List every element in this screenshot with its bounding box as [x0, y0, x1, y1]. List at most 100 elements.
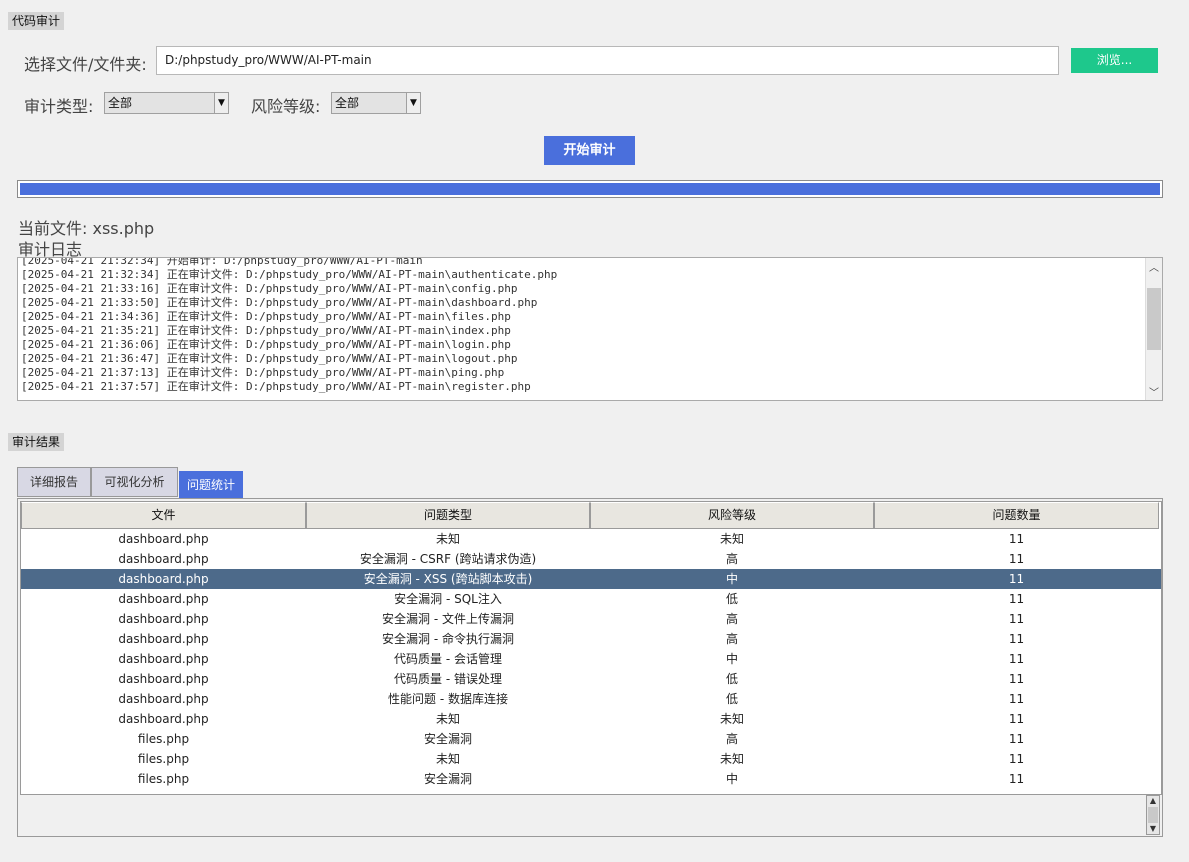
table-row[interactable]: dashboard.php 代码质量 - 错误处理 低 11: [21, 669, 1161, 689]
table-cell: 低: [725, 592, 738, 606]
table-cell: 代码质量 - 会话管理: [394, 652, 502, 666]
table-row[interactable]: dashboard.php 未知 未知 11: [21, 529, 1161, 549]
table-cell: 高: [725, 632, 738, 646]
table-cell: 11: [1008, 632, 1025, 646]
scroll-up-icon[interactable]: ▲: [1147, 796, 1159, 806]
table-row[interactable]: dashboard.php 安全漏洞 - SQL注入 低 11: [21, 589, 1161, 609]
log-line: [2025-04-21 21:35:21] 正在审计文件: D:/phpstud…: [21, 324, 511, 337]
scroll-thumb[interactable]: [1148, 807, 1158, 823]
table-cell: 中: [725, 572, 738, 586]
tab-detailed-report[interactable]: 详细报告: [17, 467, 91, 497]
table-cell: 11: [1008, 592, 1025, 606]
table-row[interactable]: dashboard.php 安全漏洞 - 命令执行漏洞 高 11: [21, 629, 1161, 649]
table-row[interactable]: dashboard.php 安全漏洞 - CSRF (跨站请求伪造) 高 11: [21, 549, 1161, 569]
table-cell: 11: [1008, 572, 1025, 586]
risk-level-value: 全部: [335, 96, 360, 110]
audit-type-label: 审计类型:: [24, 97, 94, 116]
table-row[interactable]: files.php 安全漏洞 高 11: [21, 729, 1161, 749]
table-cell: dashboard.php: [118, 712, 209, 726]
tab-visual-analysis[interactable]: 可视化分析: [91, 467, 178, 497]
table-cell: dashboard.php: [118, 592, 209, 606]
table-cell: 11: [1008, 652, 1025, 666]
audit-results-section-label: 审计结果: [8, 433, 65, 451]
table-cell: 11: [1008, 772, 1025, 786]
table-cell: dashboard.php: [118, 552, 209, 566]
scroll-thumb[interactable]: [1147, 288, 1161, 350]
log-line: [2025-04-21 21:34:36] 正在审计文件: D:/phpstud…: [21, 310, 511, 323]
table-row[interactable]: dashboard.php 性能问题 - 数据库连接 低 11: [21, 689, 1161, 709]
statistics-table: 文件 问题类型 风险等级 问题数量 dashboard.php 未知 未知 11 das…: [20, 501, 1162, 795]
table-header: 文件 问题类型 风险等级 问题数量: [21, 502, 1161, 529]
log-line: [2025-04-21 21:37:57] 正在审计文件: D:/phpstud…: [21, 380, 531, 393]
path-input[interactable]: D:/phpstudy_pro/WWW/AI-PT-main: [156, 46, 1059, 75]
table-cell: 11: [1008, 672, 1025, 686]
column-header-file[interactable]: 文件: [21, 502, 306, 529]
table-cell: 未知: [435, 712, 460, 726]
tab-issue-statistics[interactable]: 问题统计: [179, 471, 243, 499]
code-audit-section-label: 代码审计: [8, 12, 65, 30]
table-cell: 11: [1008, 612, 1025, 626]
table-cell: 安全漏洞: [423, 772, 472, 786]
table-body: dashboard.php 未知 未知 11 dashboard.php 安全漏洞 - C…: [21, 529, 1161, 789]
table-row[interactable]: dashboard.php 安全漏洞 - XSS (跨站脚本攻击) 中 11: [21, 569, 1161, 589]
column-header-issue-count[interactable]: 问题数量: [874, 502, 1159, 529]
table-cell: dashboard.php: [118, 672, 209, 686]
table-cell: 未知: [435, 532, 460, 546]
table-row[interactable]: files.php 未知 未知 11: [21, 749, 1161, 769]
table-cell: 安全漏洞 - 命令执行漏洞: [382, 632, 514, 646]
risk-level-label: 风险等级:: [251, 97, 321, 116]
table-row[interactable]: files.php 安全漏洞 中 11: [21, 769, 1161, 789]
scroll-down-icon[interactable]: ﹀: [1146, 384, 1162, 399]
scroll-down-icon[interactable]: ▼: [1147, 824, 1159, 834]
log-line: [2025-04-21 21:33:16] 正在审计文件: D:/phpstud…: [21, 282, 518, 295]
column-header-risk-level[interactable]: 风险等级: [590, 502, 874, 529]
table-cell: dashboard.php: [118, 632, 209, 646]
audit-log-textarea[interactable]: [2025-04-21 21:32:34] 开始审计: D:/phpstudy_…: [17, 257, 1163, 401]
table-cell: 高: [725, 732, 738, 746]
table-cell: dashboard.php: [118, 572, 209, 586]
table-cell: 11: [1008, 552, 1025, 566]
table-cell: dashboard.php: [118, 652, 209, 666]
log-scrollbar[interactable]: ︿ ﹀: [1145, 258, 1162, 400]
table-cell: 未知: [435, 752, 460, 766]
table-cell: dashboard.php: [118, 692, 209, 706]
table-scrollbar[interactable]: ▲ ▼: [1146, 795, 1160, 835]
risk-level-select[interactable]: 全部 ▼: [331, 92, 421, 114]
table-cell: files.php: [137, 772, 190, 786]
table-cell: 代码质量 - 错误处理: [394, 672, 502, 686]
log-line: [2025-04-21 21:37:13] 正在审计文件: D:/phpstud…: [21, 366, 505, 379]
table-cell: 低: [725, 672, 738, 686]
log-line: [2025-04-21 21:32:34] 正在审计文件: D:/phpstud…: [21, 268, 558, 281]
table-cell: 安全漏洞 - 文件上传漏洞: [382, 612, 514, 626]
table-cell: 安全漏洞 - XSS (跨站脚本攻击): [363, 572, 533, 586]
log-lines: [2025-04-21 21:32:34] 开始审计: D:/phpstudy_…: [21, 257, 558, 394]
table-cell: files.php: [137, 732, 190, 746]
table-cell: 安全漏洞 - CSRF (跨站请求伪造): [359, 552, 537, 566]
audit-type-value: 全部: [108, 96, 133, 110]
table-cell: 中: [725, 652, 738, 666]
table-cell: 11: [1008, 752, 1025, 766]
table-row[interactable]: dashboard.php 未知 未知 11: [21, 709, 1161, 729]
table-cell: files.php: [137, 752, 190, 766]
log-line: [2025-04-21 21:32:34] 开始审计: D:/phpstudy_…: [21, 257, 423, 267]
browse-button[interactable]: 浏览...: [1071, 48, 1158, 73]
table-cell: 11: [1008, 692, 1025, 706]
chevron-down-icon: ▼: [406, 93, 420, 113]
audit-progress-bar: [17, 180, 1163, 198]
table-cell: 11: [1008, 732, 1025, 746]
table-cell: 未知: [719, 532, 744, 546]
table-cell: 未知: [719, 752, 744, 766]
table-row[interactable]: dashboard.php 代码质量 - 会话管理 中 11: [21, 649, 1161, 669]
table-cell: dashboard.php: [118, 532, 209, 546]
select-path-label: 选择文件/文件夹:: [24, 55, 147, 74]
table-empty-area: [20, 795, 1160, 835]
table-cell: 性能问题 - 数据库连接: [388, 692, 508, 706]
column-header-issue-type[interactable]: 问题类型: [306, 502, 590, 529]
start-audit-button[interactable]: 开始审计: [544, 136, 635, 165]
table-row[interactable]: dashboard.php 安全漏洞 - 文件上传漏洞 高 11: [21, 609, 1161, 629]
table-cell: 低: [725, 692, 738, 706]
scroll-up-icon[interactable]: ︿: [1146, 259, 1162, 274]
audit-type-select[interactable]: 全部 ▼: [104, 92, 229, 114]
log-line: [2025-04-21 21:33:50] 正在审计文件: D:/phpstud…: [21, 296, 538, 309]
table-cell: dashboard.php: [118, 612, 209, 626]
